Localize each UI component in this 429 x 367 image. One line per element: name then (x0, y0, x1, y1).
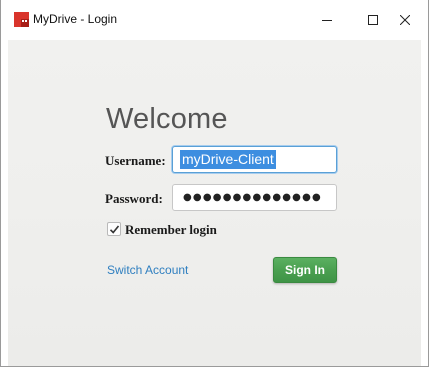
sign-in-button[interactable]: Sign In (273, 257, 337, 283)
username-value: myDrive-Client (180, 150, 276, 169)
close-button[interactable] (382, 0, 428, 40)
welcome-heading: Welcome (106, 103, 228, 135)
remember-login-label[interactable]: Remember login (125, 222, 217, 238)
window-title: MyDrive - Login (33, 12, 118, 26)
checkmark-icon (109, 225, 120, 234)
minimize-button[interactable] (304, 0, 350, 40)
login-panel: Welcome Username: myDrive-Client Passwor… (8, 40, 421, 366)
title-bar[interactable]: MyDrive - Login (1, 0, 428, 40)
username-label: Username: (105, 153, 166, 168)
password-field[interactable]: ●●●●●●●●●●●●●● (172, 184, 337, 211)
minimize-icon (322, 20, 332, 21)
password-label: Password: (105, 191, 163, 206)
username-field[interactable]: myDrive-Client (172, 146, 337, 173)
remember-login-checkbox[interactable] (107, 222, 121, 236)
login-window: MyDrive - Login Welcome Username: myDriv… (0, 0, 429, 367)
maximize-icon (368, 15, 378, 25)
mydrive-app-icon (14, 12, 29, 27)
switch-account-link[interactable]: Switch Account (107, 263, 188, 278)
close-icon (400, 15, 410, 25)
password-mask: ●●●●●●●●●●●●●● (183, 192, 322, 203)
